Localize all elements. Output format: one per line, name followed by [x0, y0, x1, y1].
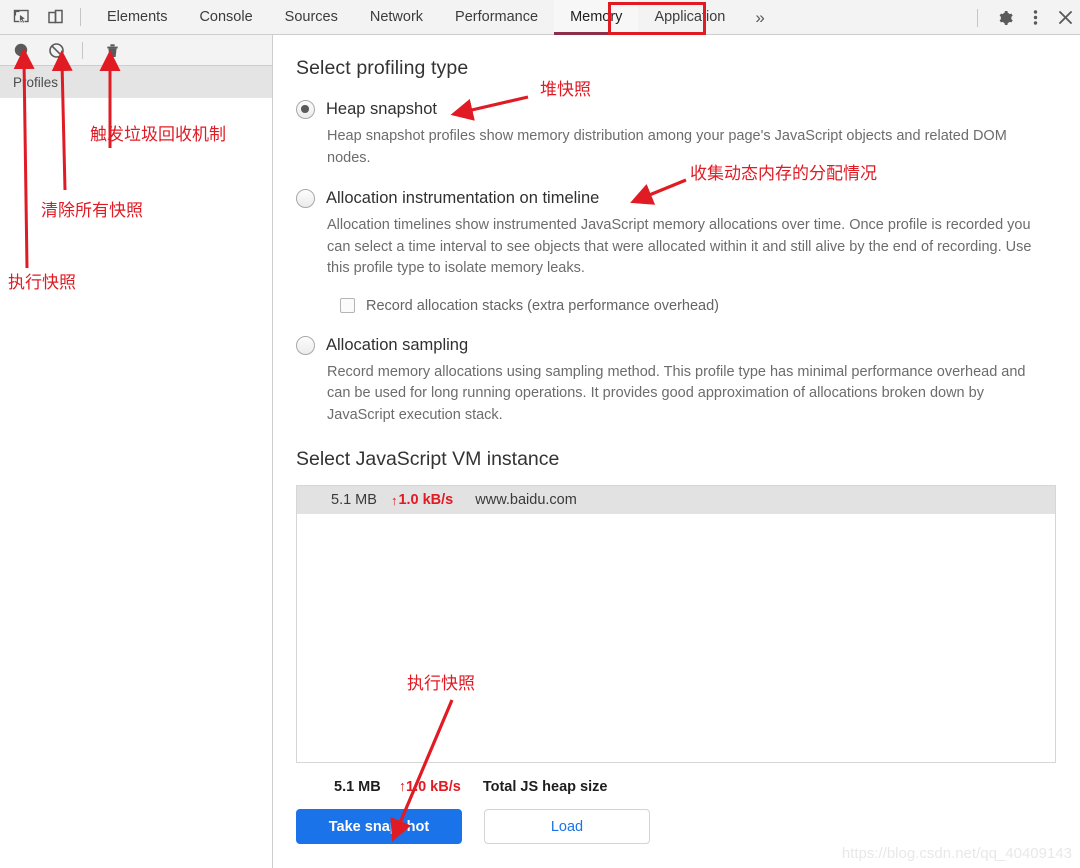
tab-console[interactable]: Console: [183, 0, 268, 35]
clear-all-profiles-button[interactable]: [42, 36, 70, 64]
tab-memory[interactable]: Memory: [554, 0, 639, 35]
vm-instance-row[interactable]: 5.1 MB ↑ 1.0 kB/s www.baidu.com: [297, 486, 1055, 514]
load-button[interactable]: Load: [484, 809, 650, 844]
vm-instance-list[interactable]: 5.1 MB ↑ 1.0 kB/s www.baidu.com: [296, 485, 1056, 763]
option-label-allocation-instrumentation: Allocation instrumentation on timeline: [326, 189, 600, 207]
vm-instance-heading: Select JavaScript VM instance: [296, 448, 560, 470]
record-button[interactable]: [7, 36, 35, 64]
up-arrow-icon: ↑: [390, 492, 398, 508]
vm-heap-rate-value: 1.0 kB/s: [398, 492, 454, 508]
total-heap-size-label: Total JS heap size: [482, 779, 608, 795]
devtools-tab-bar: Elements Console Sources Network Perform…: [0, 0, 1080, 35]
description-allocation-sampling: Record memory allocations using sampling…: [327, 363, 1026, 423]
profiles-sidebar: Profiles: [0, 35, 273, 868]
option-label-heap-snapshot: Heap snapshot: [326, 100, 437, 118]
record-allocation-stacks-row[interactable]: Record allocation stacks (extra performa…: [340, 298, 1056, 314]
toolbar-divider: [80, 8, 81, 26]
profiling-type-heading: Select profiling type: [296, 57, 469, 79]
label-record-allocation-stacks: Record allocation stacks (extra performa…: [366, 297, 719, 314]
tab-performance[interactable]: Performance: [439, 0, 554, 35]
sidebar-section-profiles[interactable]: Profiles: [0, 66, 272, 98]
more-options-kebab-icon[interactable]: [1020, 0, 1050, 35]
memory-panel-content: Select profiling type Heap snapshot Heap…: [274, 35, 1080, 868]
profiles-toolbar-divider: [82, 41, 83, 59]
panel-tabs: Elements Console Sources Network Perform…: [91, 0, 779, 35]
inspect-element-icon[interactable]: [8, 4, 34, 30]
vm-heap-size: 5.1 MB: [331, 492, 377, 508]
total-heap-rate-value: 1.0 kB/s: [406, 779, 461, 795]
take-snapshot-button[interactable]: Take snapshot: [296, 809, 462, 844]
more-tabs-chevron-icon[interactable]: »: [741, 0, 778, 35]
tab-application[interactable]: Application: [638, 0, 741, 35]
option-allocation-instrumentation[interactable]: Allocation instrumentation on timeline: [296, 187, 1056, 209]
total-heap-rate: ↑ 1.0 kB/s: [399, 779, 461, 795]
tab-sources[interactable]: Sources: [269, 0, 354, 35]
radio-heap-snapshot[interactable]: [296, 100, 315, 119]
vm-heap-rate: ↑ 1.0 kB/s: [391, 492, 453, 508]
total-heap-summary: 5.1 MB ↑ 1.0 kB/s Total JS heap size: [334, 779, 1056, 795]
checkbox-record-allocation-stacks[interactable]: [340, 298, 355, 313]
option-allocation-sampling[interactable]: Allocation sampling: [296, 334, 1056, 356]
option-label-allocation-sampling: Allocation sampling: [326, 335, 469, 354]
radio-allocation-sampling[interactable]: [296, 335, 315, 355]
description-allocation-instrumentation: Allocation timelines show instrumented J…: [327, 217, 1032, 276]
close-devtools-icon[interactable]: [1050, 0, 1080, 35]
watermark-text: https://blog.csdn.net/qq_40409143: [841, 845, 1072, 862]
toolbar-right-group: [977, 0, 1080, 35]
up-arrow-icon-total: ↑: [398, 779, 406, 795]
tab-elements[interactable]: Elements: [91, 0, 183, 35]
vm-instance-url: www.baidu.com: [475, 492, 577, 508]
collect-garbage-button[interactable]: [98, 36, 126, 64]
total-heap-size-value: 5.1 MB: [334, 779, 381, 795]
settings-gear-icon[interactable]: [990, 0, 1020, 35]
action-buttons: Take snapshot Load: [296, 809, 1056, 844]
tab-network[interactable]: Network: [354, 0, 439, 35]
toolbar-divider-right: [977, 8, 978, 27]
radio-allocation-instrumentation[interactable]: [296, 189, 315, 208]
description-heap-snapshot: Heap snapshot profiles show memory distr…: [327, 128, 1007, 166]
profiles-toolbar: [0, 35, 272, 66]
profiles-label: Profiles: [13, 74, 59, 90]
option-heap-snapshot[interactable]: Heap snapshot: [296, 98, 1056, 120]
device-toolbar-icon[interactable]: [42, 4, 68, 30]
